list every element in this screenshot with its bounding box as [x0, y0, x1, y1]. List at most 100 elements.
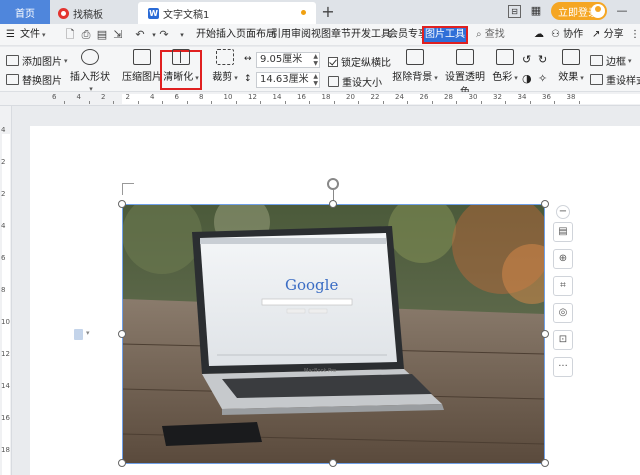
height-input[interactable]: 14.63厘米 ▲ ▼ — [256, 72, 320, 88]
grid-view-icon[interactable]: ▦ — [528, 3, 544, 19]
add-picture-button[interactable]: 添加图片 ▾ — [6, 53, 68, 68]
ruler-number: 2 — [101, 93, 106, 101]
resize-handle-top-left[interactable] — [118, 200, 126, 208]
tab-bar: 首页 找稿板 W 文字文稿1 + ⊟ ▦ 立即登录 — — [0, 0, 640, 24]
new-tab-button[interactable]: + — [318, 2, 338, 22]
menu-insert[interactable]: 插入 — [216, 24, 236, 46]
login-button[interactable]: 立即登录 — [551, 2, 607, 20]
chevron-down-icon[interactable]: ▾ — [86, 329, 90, 337]
share-label: 分享 — [603, 29, 624, 40]
chevron-down-icon: ▾ — [195, 74, 199, 82]
ruler-tick — [64, 101, 65, 104]
reset-style-button[interactable]: 重设样式 — [590, 72, 640, 87]
picture-ai-icon[interactable]: ◎ — [553, 303, 573, 323]
resize-handle-bottom[interactable] — [329, 459, 337, 467]
border-button[interactable]: 边框 ▾ — [590, 53, 632, 68]
menu-chapter[interactable]: 章节 — [331, 24, 351, 46]
ruler-number: 6 — [174, 93, 179, 101]
clarity-icon — [172, 49, 190, 65]
ruler-number: 16 — [297, 93, 306, 101]
collab-icon: ⚇ — [551, 29, 560, 40]
rotate-right-icon[interactable]: ↻ — [538, 53, 547, 66]
more-options-icon[interactable]: ··· — [553, 357, 573, 377]
ruler-number: 2 — [1, 190, 6, 198]
menu-review[interactable]: 审阅 — [291, 24, 311, 46]
cloud-sync-icon[interactable]: ☁ — [534, 24, 544, 46]
export-icon[interactable]: ⇲ — [110, 27, 126, 43]
more-dropdown-icon[interactable]: ▾ — [174, 27, 190, 43]
share-button[interactable]: ↗ 分享 — [592, 24, 624, 46]
ruler-number: 12 — [1, 350, 10, 358]
clarity-button[interactable]: 清晰化 ▾ — [161, 49, 201, 83]
crop-float-icon[interactable]: ⌗ — [553, 276, 573, 296]
print-preview-icon[interactable]: ⎙ — [78, 27, 94, 43]
collapse-toolbar-icon[interactable]: − — [556, 205, 570, 219]
vertical-ruler[interactable]: 4 2 2 4 6 8 10 12 14 16 18 — [0, 106, 12, 475]
width-value: 9.05厘米 — [260, 54, 303, 65]
ruler-number: 8 — [199, 93, 204, 101]
tab-document[interactable]: W 文字文稿1 — [138, 2, 316, 24]
rotate-left-icon[interactable]: ↺ — [522, 53, 531, 66]
effect-button[interactable]: 效果 ▾ — [555, 49, 587, 83]
menu-page-layout[interactable]: 页面布局 — [236, 24, 276, 46]
ruler-number: 6 — [52, 93, 57, 101]
add-picture-icon — [6, 55, 19, 66]
stepper-icon[interactable]: ▲ ▼ — [313, 53, 318, 67]
lock-ratio-checkbox[interactable]: 锁定纵横比 — [328, 54, 391, 69]
flip-icon[interactable]: ◑ — [522, 72, 532, 85]
tab-home-label: 首页 — [15, 8, 35, 20]
width-input[interactable]: 9.05厘米 ▲ ▼ — [256, 52, 320, 68]
insert-shape-button[interactable]: 插入形状▾ — [68, 49, 112, 94]
replace-picture-button[interactable]: 替换图片 — [6, 72, 62, 87]
resize-handle-left[interactable] — [118, 330, 126, 338]
zoom-picture-icon[interactable]: ⊕ — [553, 249, 573, 269]
minimize-button[interactable]: — — [614, 3, 630, 19]
rotate-handle-icon[interactable] — [327, 178, 339, 190]
layout-toggle-icon[interactable]: ⊟ — [508, 5, 521, 18]
ruler-tick — [162, 101, 163, 104]
compress-icon — [133, 49, 151, 65]
remove-background-button[interactable]: 抠除背景 ▾ — [392, 49, 438, 83]
menu-view[interactable]: 视图 — [311, 24, 331, 46]
print-icon[interactable]: ▤ — [94, 27, 110, 43]
border-icon — [590, 55, 603, 66]
save-icon[interactable]: 🗋 — [62, 27, 78, 43]
effect-small-icon[interactable]: ✧ — [538, 72, 547, 85]
inserted-picture[interactable]: Google MacBook Pro — [122, 204, 545, 464]
search-button[interactable]: ⌕ 查找 — [476, 24, 505, 46]
layout-options-icon[interactable]: ▤ — [553, 222, 573, 242]
menu-start[interactable]: 开始 — [196, 24, 216, 46]
ruler-tick — [554, 101, 555, 104]
picture-to-text-icon[interactable]: ⊡ — [553, 330, 573, 350]
menu-picture-tools[interactable]: 图片工具 — [422, 26, 468, 44]
tab-home[interactable]: 首页 — [0, 0, 50, 24]
menu-reference[interactable]: 引用 — [271, 24, 291, 46]
ruler-number: 32 — [493, 93, 502, 101]
paragraph-layout-icon[interactable] — [74, 329, 83, 340]
collab-button[interactable]: ⚇ 协作 — [551, 24, 583, 46]
reset-size-button[interactable]: 重设大小 — [328, 74, 382, 89]
resize-handle-bottom-left[interactable] — [118, 459, 126, 467]
crop-button[interactable]: 裁剪 ▾ — [208, 49, 242, 83]
menu-bar: ☰ 文件 ▾ 🗋 ⎙ ▤ ⇲ ↶ ▾ ↷ ▾ 开始 插入 页面布局 引用 审阅 视… — [0, 24, 640, 46]
stepper-icon[interactable]: ▲ ▼ — [313, 73, 318, 87]
resize-handle-right[interactable] — [541, 330, 549, 338]
ruler-tick — [431, 101, 433, 104]
redo-icon[interactable]: ↷ — [156, 27, 172, 43]
resize-handle-bottom-right[interactable] — [541, 459, 549, 467]
menu-dev-tools[interactable]: 开发工具 — [351, 24, 391, 46]
ruler-number: 2 — [125, 93, 130, 101]
tab-daoke[interactable]: 找稿板 — [50, 2, 136, 24]
more-icon[interactable]: ⋮ — [630, 24, 640, 46]
compress-picture-button[interactable]: 压缩图片 — [122, 49, 162, 83]
ruler-number: 4 — [1, 222, 6, 230]
color-button[interactable]: 色彩 ▾ — [490, 49, 520, 83]
resize-handle-top[interactable] — [329, 200, 337, 208]
resize-handle-top-right[interactable] — [541, 200, 549, 208]
border-label: 边框 — [606, 57, 626, 68]
color-label: 色彩 — [492, 72, 513, 83]
menu-file[interactable]: 文件 ▾ — [20, 24, 46, 46]
horizontal-ruler[interactable]: 6 4 2 2 4 6 8 10 12 14 16 18 20 22 24 26 28 30 32 34 36 38 — [0, 92, 640, 106]
menu-icon[interactable]: ☰ — [6, 24, 15, 46]
set-transparent-button[interactable]: 设置透明色 — [442, 49, 488, 98]
